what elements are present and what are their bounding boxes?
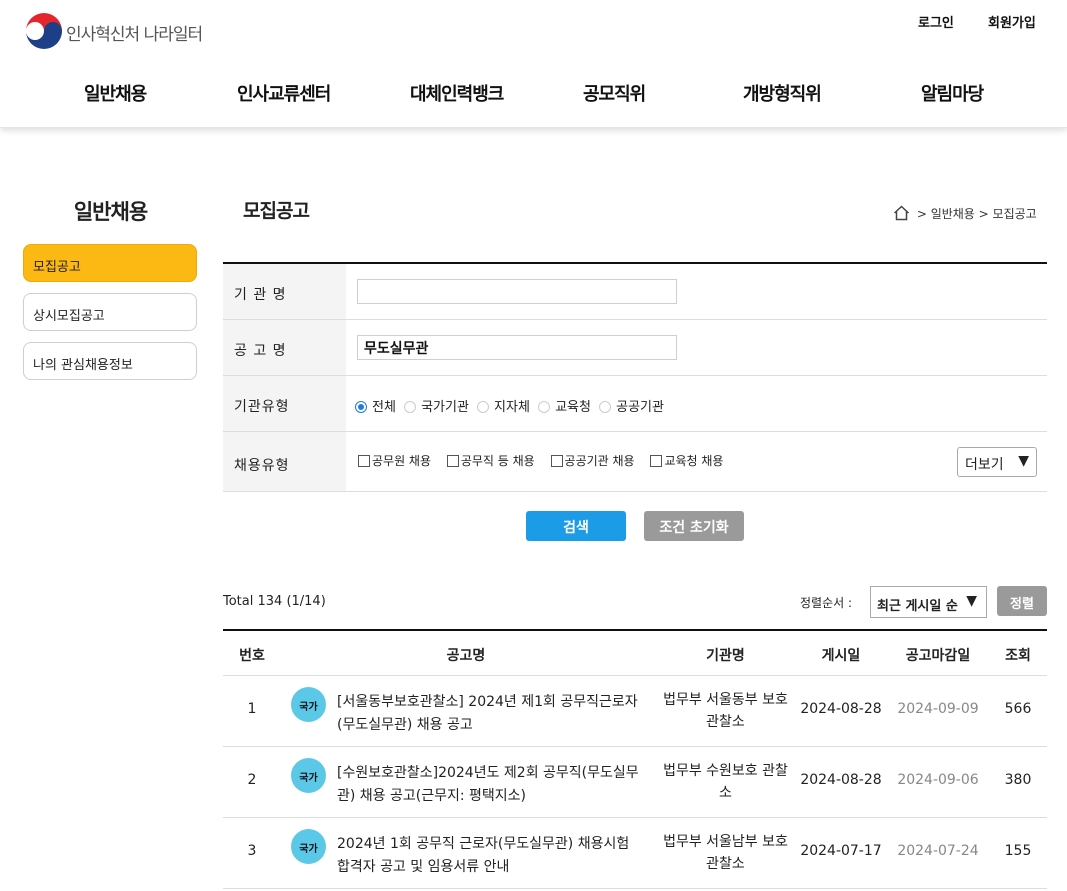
checkbox-public-worker[interactable]: 공무직 등 채용 xyxy=(446,452,535,469)
notice-name-input[interactable] xyxy=(357,335,677,360)
row-number: 1 xyxy=(247,701,257,717)
site-header: 인사혁신처 나라일터 로그인 회원가입 일반채용 인사교류센터 대체인력뱅크 공… xyxy=(0,0,1067,128)
more-dropdown[interactable]: 더보기 ▼ xyxy=(957,447,1037,477)
sort-select[interactable]: 최근 게시일 순 ▼ xyxy=(870,586,987,618)
radio-public-institution[interactable]: 공공기관 xyxy=(599,396,664,415)
col-posted: 게시일 xyxy=(821,648,861,664)
home-icon[interactable] xyxy=(893,205,910,221)
org-type-radio-group: 전체 국가기관 지자체 교육청 공공기관 xyxy=(355,396,668,415)
row-org: 법무부 수원보호 관찰소 xyxy=(663,763,788,801)
notice-table: 번호 공고명 기관명 게시일 공고마감일 조회 1 국가 [서울동부보호관찰소]… xyxy=(223,629,1047,889)
gnb-notice[interactable]: 알림마당 xyxy=(921,80,984,106)
row-number: 3 xyxy=(247,843,257,859)
row-org: 법무부 서울동부 보호관찰소 xyxy=(663,692,788,730)
col-title: 공고명 xyxy=(446,648,486,664)
table-row[interactable]: 3 국가 2024년 1회 공무직 근로자(무도실무관) 채용시험 합격자 공고… xyxy=(223,818,1047,889)
table-row[interactable]: 1 국가 [서울동부보호관찰소] 2024년 제1회 공무직근로자 (무도실무관… xyxy=(223,676,1047,747)
breadcrumb-item[interactable]: 일반채용 xyxy=(931,207,975,221)
radio-education[interactable]: 교육청 xyxy=(538,396,591,415)
col-deadline: 공고마감일 xyxy=(905,648,971,664)
triangle-down-icon: ▼ xyxy=(1018,453,1029,469)
site-logo-text[interactable]: 인사혁신처 나라일터 xyxy=(66,20,203,45)
radio-local-gov[interactable]: 지자체 xyxy=(477,396,530,415)
sidebar-item-my-interests[interactable]: 나의 관심채용정보 xyxy=(23,342,197,380)
search-button[interactable]: 검색 xyxy=(526,511,626,541)
gnb-substitute-bank[interactable]: 대체인력뱅크 xyxy=(410,80,504,106)
row-org: 법무부 서울남부 보호관찰소 xyxy=(663,834,788,872)
triangle-down-icon: ▼ xyxy=(966,593,977,609)
gnb-hr-exchange[interactable]: 인사교류센터 xyxy=(237,80,331,106)
gnb-open-type-position[interactable]: 개방형직위 xyxy=(743,80,822,106)
radio-national[interactable]: 국가기관 xyxy=(404,396,469,415)
row-posted: 2024-07-17 xyxy=(800,843,882,859)
breadcrumb-item[interactable]: 모집공고 xyxy=(993,207,1037,221)
org-name-label: 기 관 명 xyxy=(223,264,346,319)
total-count: Total 134 (1/14) xyxy=(223,594,326,609)
national-badge: 국가 xyxy=(291,687,326,722)
row-title-link[interactable]: [서울동부보호관찰소] 2024년 제1회 공무직근로자 (무도실무관) 채용 … xyxy=(337,691,642,737)
checkbox-civil-servant[interactable]: 공무원 채용 xyxy=(358,452,431,469)
login-link[interactable]: 로그인 xyxy=(918,12,954,31)
table-row[interactable]: 2 국가 [수원보호관찰소]2024년도 제2회 공무직(무도실무관) 채용 공… xyxy=(223,747,1047,818)
sort-label: 정렬순서 : xyxy=(800,596,853,610)
signup-link[interactable]: 회원가입 xyxy=(988,12,1036,31)
table-header: 번호 공고명 기관명 게시일 공고마감일 조회 xyxy=(223,631,1047,676)
col-org: 기관명 xyxy=(706,648,745,664)
sidebar-title: 일반채용 xyxy=(73,200,148,224)
checkbox-public-institution[interactable]: 공공기관 채용 xyxy=(550,452,635,469)
radio-all[interactable]: 전체 xyxy=(355,396,396,415)
sidebar-item-regular-recruit[interactable]: 상시모집공고 xyxy=(23,293,197,331)
sidebar-item-recruit-notice[interactable]: 모집공고 xyxy=(23,244,197,282)
gnb-open-position[interactable]: 공모직위 xyxy=(583,80,646,106)
hire-type-label: 채용유형 xyxy=(223,432,346,491)
row-posted: 2024-08-28 xyxy=(800,772,882,788)
row-posted: 2024-08-28 xyxy=(800,701,882,717)
national-badge: 국가 xyxy=(291,758,326,793)
row-deadline: 2024-09-09 xyxy=(897,701,979,717)
org-name-input[interactable] xyxy=(357,279,677,304)
row-views: 155 xyxy=(1004,843,1032,859)
col-number: 번호 xyxy=(239,648,265,664)
row-deadline: 2024-07-24 xyxy=(897,843,979,859)
notice-name-label: 공 고 명 xyxy=(223,320,346,375)
row-title-link[interactable]: [수원보호관찰소]2024년도 제2회 공무직(무도실무관) 채용 공고(근무지… xyxy=(337,762,642,808)
row-views: 566 xyxy=(1004,701,1032,717)
page-title: 모집공고 xyxy=(243,200,310,222)
row-views: 380 xyxy=(1004,772,1032,788)
reset-button[interactable]: 조건 초기화 xyxy=(644,511,744,541)
search-form: 기 관 명 공 고 명 기관유형 전체 국가기관 지자체 교육청 공공기관 채용… xyxy=(223,262,1047,492)
row-title-link[interactable]: 2024년 1회 공무직 근로자(무도실무관) 채용시험 합격자 공고 및 임용… xyxy=(337,833,642,879)
gnb-general-hiring[interactable]: 일반채용 xyxy=(84,80,147,106)
taegeuk-logo-icon[interactable] xyxy=(24,12,64,50)
col-views: 조회 xyxy=(1005,648,1031,664)
row-deadline: 2024-09-06 xyxy=(897,772,979,788)
checkbox-education-office[interactable]: 교육청 채용 xyxy=(650,452,723,469)
org-type-label: 기관유형 xyxy=(223,376,346,431)
hire-type-checkbox-group: 공무원 채용 공무직 등 채용 공공기관 채용 교육청 채용 xyxy=(358,452,735,469)
row-number: 2 xyxy=(247,772,257,788)
sort-button[interactable]: 정렬 xyxy=(997,586,1047,616)
national-badge: 국가 xyxy=(291,829,326,864)
breadcrumb: > 일반채용 > 모집공고 xyxy=(893,205,1037,222)
